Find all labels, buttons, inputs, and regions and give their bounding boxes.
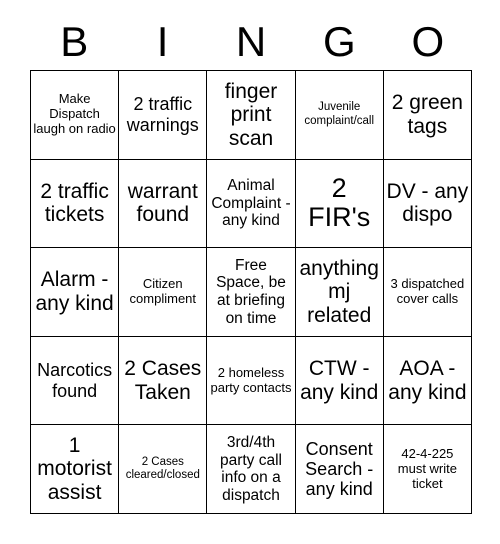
bingo-cell-r1c5[interactable]: 2 green tags (383, 71, 472, 160)
bingo-header-letter-b: B (60, 18, 89, 65)
bingo-cell-r4c4[interactable]: CTW - any kind (295, 336, 384, 426)
bingo-cell-r2c5[interactable]: DV - any dispo (383, 159, 472, 249)
bingo-cell-label: Make Dispatch laugh on radio (33, 91, 116, 137)
bingo-cell-r4c2[interactable]: 2 Cases Taken (119, 336, 208, 426)
bingo-cell-label: 2 Cases cleared/closed (125, 455, 200, 482)
bingo-cell-free-space[interactable]: Free Space, be at briefing on time (207, 248, 296, 337)
bingo-cell-label: Animal Complaint - any kind (211, 176, 291, 230)
bingo-grid: Make Dispatch laugh on radio 2 traffic w… (30, 70, 472, 514)
bingo-cell-label: 42-4-225 must write ticket (397, 445, 457, 491)
bingo-cell-r2c3[interactable]: Animal Complaint - any kind (207, 159, 296, 249)
bingo-cell-r3c5[interactable]: 3 dispatched cover calls (383, 248, 472, 337)
bingo-cell-r3c1[interactable]: Alarm - any kind (31, 248, 120, 337)
bingo-cell-label: 2 FIR's (308, 172, 371, 233)
bingo-cell-label: CTW - any kind (300, 357, 379, 404)
bingo-cell-r5c1[interactable]: 1 motorist assist (31, 425, 120, 514)
bingo-cell-label: Alarm - any kind (35, 268, 114, 315)
bingo-cell-r5c2[interactable]: 2 Cases cleared/closed (119, 425, 208, 514)
bingo-cell-label: 2 Cases Taken (124, 357, 202, 404)
bingo-cell-label: anything mj related (299, 256, 379, 327)
bingo-cell-label: finger print scan (224, 79, 278, 150)
bingo-header-letter-n: N (235, 18, 267, 65)
bingo-cell-label: AOA - any kind (388, 357, 467, 404)
bingo-cell-label: Consent Search - any kind (305, 438, 374, 500)
bingo-card: B I N G O Make Dispatch laugh on radio 2… (0, 0, 500, 544)
bingo-cell-r4c3[interactable]: 2 homeless party contacts (207, 336, 296, 426)
bingo-cell-label: 2 traffic warnings (126, 94, 199, 135)
bingo-cell-label: Free Space, be at briefing on time (216, 256, 286, 327)
bingo-cell-r2c4[interactable]: 2 FIR's (295, 159, 384, 249)
bingo-cell-r1c3[interactable]: finger print scan (207, 71, 296, 160)
bingo-cell-label: warrant found (127, 179, 198, 227)
bingo-cell-r1c4[interactable]: Juvenile complaint/call (295, 71, 384, 160)
bingo-cell-label: 3 dispatched cover calls (390, 276, 465, 306)
bingo-cell-label: 1 motorist assist (37, 433, 112, 504)
bingo-cell-label: 2 green tags (391, 91, 463, 138)
bingo-cell-label: 2 traffic tickets (40, 179, 109, 227)
bingo-cell-label: Narcotics found (37, 360, 113, 401)
bingo-cell-r5c4[interactable]: Consent Search - any kind (295, 425, 384, 514)
bingo-cell-r2c1[interactable]: 2 traffic tickets (31, 159, 120, 249)
bingo-cell-r1c1[interactable]: Make Dispatch laugh on radio (31, 71, 120, 160)
bingo-header-letter-o: O (411, 18, 445, 65)
bingo-cell-label: Juvenile complaint/call (304, 101, 375, 127)
bingo-cell-r4c5[interactable]: AOA - any kind (383, 336, 472, 426)
bingo-cell-r3c2[interactable]: Citizen compliment (119, 248, 208, 337)
bingo-cell-r5c3[interactable]: 3rd/4th party call info on a dispatch (207, 425, 296, 514)
bingo-cell-r5c5[interactable]: 42-4-225 must write ticket (383, 425, 472, 514)
bingo-header-letter-i: I (156, 18, 169, 65)
bingo-header-letter-g: G (323, 18, 356, 65)
bingo-cell-r4c1[interactable]: Narcotics found (31, 336, 120, 426)
bingo-cell-label: 2 homeless party contacts (210, 364, 292, 395)
bingo-cell-r3c4[interactable]: anything mj related (295, 248, 384, 337)
bingo-header-row: B I N G O (30, 14, 472, 70)
bingo-cell-r1c2[interactable]: 2 traffic warnings (119, 71, 208, 160)
bingo-cell-r2c2[interactable]: warrant found (119, 159, 208, 249)
bingo-cell-label: Citizen compliment (129, 276, 197, 306)
bingo-cell-label: 3rd/4th party call info on a dispatch (219, 433, 282, 504)
bingo-cell-label: DV - any dispo (386, 179, 469, 227)
